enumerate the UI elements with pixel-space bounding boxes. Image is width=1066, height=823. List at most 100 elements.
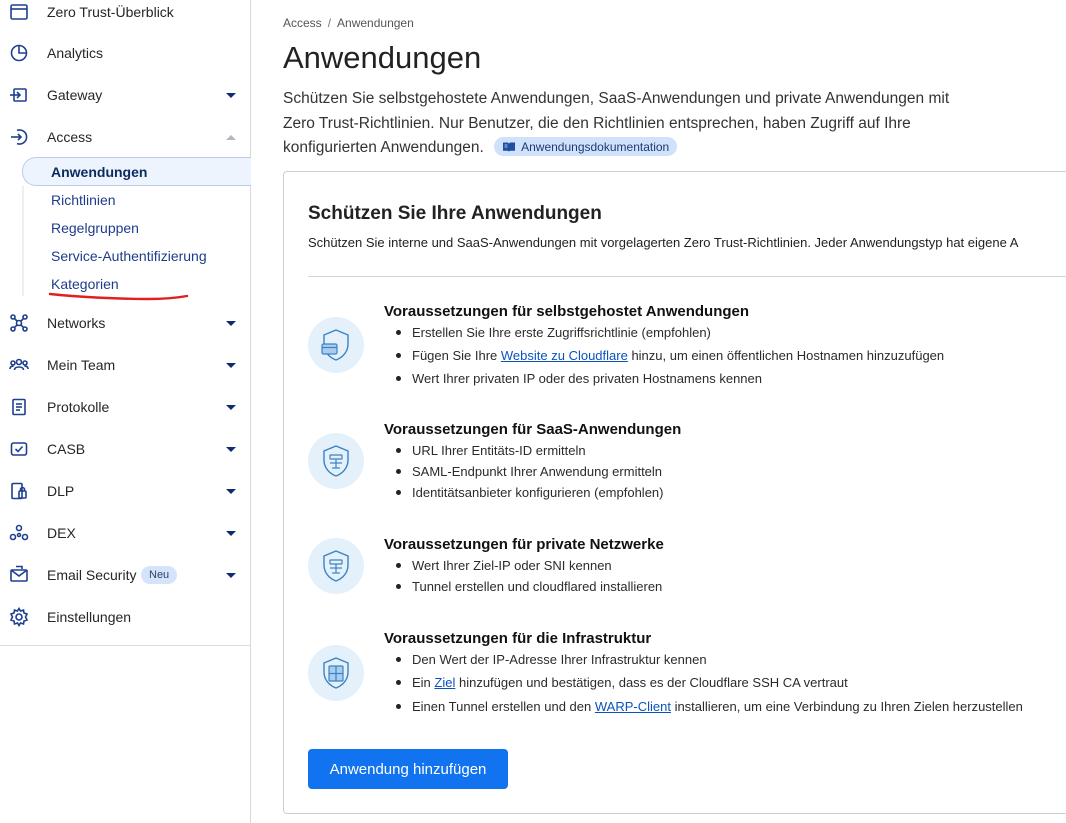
website-to-cloudflare-link[interactable]: Website zu Cloudflare	[501, 348, 628, 363]
list-item: Ein Ziel hinzufügen und bestätigen, dass…	[396, 674, 1023, 698]
sidebar-item-protokolle[interactable]: Protokolle	[0, 389, 250, 425]
sidebar-item-dlp[interactable]: DLP	[0, 473, 250, 509]
gateway-icon	[9, 85, 29, 105]
protect-applications-card: Schützen Sie Ihre Anwendungen Schützen S…	[283, 171, 1066, 814]
add-application-button[interactable]: Anwendung hinzufügen	[308, 749, 508, 789]
sidebar-item-zero-trust-overview[interactable]: Zero Trust-Überblick	[0, 0, 250, 30]
sidebar-item-label: Mein Team	[47, 357, 116, 373]
chevron-down-icon	[226, 488, 236, 494]
chevron-down-icon	[226, 92, 236, 98]
sidebar-item-mein-team[interactable]: Mein Team	[0, 347, 250, 383]
sidebar-item-analytics[interactable]: Analytics	[0, 35, 250, 71]
dex-icon	[9, 523, 29, 543]
card-divider	[308, 276, 1066, 277]
submenu-guide-line	[22, 186, 24, 296]
sidebar-item-label: Einstellungen	[47, 609, 132, 625]
section-title-self-hosted: Voraussetzungen für selbstgehostet Anwen…	[384, 303, 750, 320]
submenu-item-regelgruppen[interactable]: Regelgruppen	[51, 220, 139, 236]
chevron-down-icon	[226, 572, 236, 578]
email-icon	[9, 565, 29, 585]
sidebar-item-label: Access	[47, 129, 93, 145]
chevron-down-icon	[226, 320, 236, 326]
sidebar-item-label: Networks	[47, 315, 106, 331]
chevron-up-icon	[226, 134, 236, 140]
network-shield-icon	[308, 538, 364, 594]
dlp-icon	[9, 481, 29, 501]
list-item: Fügen Sie Ihre Website zu Cloudflare hin…	[396, 347, 944, 370]
list-item-text: Einen Tunnel erstellen und den	[412, 699, 595, 714]
page-description: Schützen Sie selbstgehostete Anwendungen…	[283, 87, 983, 161]
card-title: Schützen Sie Ihre Anwendungen	[308, 203, 602, 224]
sidebar-item-access[interactable]: Access	[0, 119, 250, 155]
breadcrumb-current: Anwendungen	[337, 16, 414, 30]
sidebar-divider	[0, 645, 250, 646]
list-item: Wert Ihrer Ziel-IP oder SNI kennen	[396, 557, 662, 578]
network-icon	[9, 313, 29, 333]
list-item: Identitätsanbieter konfigurieren (empfoh…	[396, 484, 663, 507]
sidebar-item-label: Email Security	[47, 567, 137, 583]
submenu-item-service-auth[interactable]: Service-Authentifizierung	[51, 248, 207, 264]
breadcrumb-separator: /	[327, 16, 332, 30]
self-hosted-requirements: Erstellen Sie Ihre erste Zugriffsrichtli…	[396, 324, 944, 393]
sidebar-item-gateway[interactable]: Gateway	[0, 77, 250, 113]
chevron-down-icon	[226, 530, 236, 536]
server-shield-icon	[308, 645, 364, 701]
breadcrumb: Access / Anwendungen	[283, 16, 414, 30]
ziel-link[interactable]: Ziel	[434, 675, 455, 690]
new-badge: Neu	[141, 566, 178, 584]
window-icon	[9, 2, 29, 22]
sidebar-item-email-security[interactable]: Email Security Neu	[0, 557, 250, 593]
list-item-text: installieren, um eine Verbindung zu Ihre…	[670, 699, 1023, 714]
chevron-down-icon	[226, 362, 236, 368]
sidebar-item-label: DEX	[47, 525, 76, 541]
sidebar-item-label: Analytics	[47, 45, 104, 61]
section-title-infrastructure: Voraussetzungen für die Infrastruktur	[384, 630, 652, 647]
sidebar: Zero Trust-Überblick Analytics Gateway A…	[0, 0, 251, 823]
list-item: Tunnel erstellen und cloudflared install…	[396, 578, 662, 601]
document-icon	[9, 397, 29, 417]
infrastructure-requirements: Den Wert der IP-Adresse Ihrer Infrastruk…	[396, 651, 1023, 721]
sidebar-item-label: Gateway	[47, 87, 103, 103]
warp-client-link[interactable]: WARP-Client	[595, 699, 671, 714]
list-item: Den Wert der IP-Adresse Ihrer Infrastruk…	[396, 651, 1023, 674]
section-title-private-networks: Voraussetzungen für private Netzwerke	[384, 536, 664, 553]
list-item-text: Fügen Sie Ihre	[412, 348, 501, 363]
list-item: Erstellen Sie Ihre erste Zugriffsrichtli…	[396, 324, 944, 347]
sidebar-item-label: DLP	[47, 483, 75, 499]
sidebar-item-networks[interactable]: Networks	[0, 305, 250, 341]
gear-icon	[9, 607, 29, 627]
team-icon	[9, 355, 29, 375]
red-underline-annotation	[48, 292, 189, 301]
page-title: Anwendungen	[283, 40, 482, 75]
submenu-item-richtlinien[interactable]: Richtlinien	[51, 192, 116, 208]
sidebar-item-label: Zero Trust-Überblick	[47, 4, 174, 20]
submenu-item-label: Anwendungen	[51, 164, 148, 180]
sidebar-item-einstellungen[interactable]: Einstellungen	[0, 599, 250, 635]
sidebar-item-casb[interactable]: CASB	[0, 431, 250, 467]
saas-requirements: URL Ihrer Entitäts-ID ermitteln SAML-End…	[396, 442, 663, 507]
sidebar-item-dex[interactable]: DEX	[0, 515, 250, 551]
list-item: Einen Tunnel erstellen und den WARP-Clie…	[396, 698, 1023, 721]
book-icon	[503, 142, 516, 152]
saas-shield-icon	[308, 433, 364, 489]
sidebar-item-label: CASB	[47, 441, 86, 457]
login-icon	[9, 127, 29, 147]
documentation-link-label: Anwendungsdokumentation	[521, 139, 670, 154]
section-title-saas: Voraussetzungen für SaaS-Anwendungen	[384, 421, 682, 438]
breadcrumb-access-link[interactable]: Access	[283, 16, 322, 30]
private-network-requirements: Wert Ihrer Ziel-IP oder SNI kennen Tunne…	[396, 557, 662, 601]
chevron-down-icon	[226, 446, 236, 452]
list-item: Wert Ihrer privaten IP oder des privaten…	[396, 370, 944, 393]
card-subtitle: Schützen Sie interne und SaaS-Anwendunge…	[308, 235, 1019, 250]
list-item: SAML-Endpunkt Ihrer Anwendung ermitteln	[396, 463, 663, 484]
sidebar-item-label: Protokolle	[47, 399, 110, 415]
documentation-link[interactable]: Anwendungsdokumentation	[494, 137, 678, 157]
list-item: URL Ihrer Entitäts-ID ermitteln	[396, 442, 663, 463]
list-item-text: hinzu, um einen öffentlichen Hostnamen h…	[627, 348, 945, 363]
casb-icon	[9, 439, 29, 459]
shield-card-icon	[308, 317, 364, 373]
pie-chart-icon	[9, 43, 29, 63]
chevron-down-icon	[226, 404, 236, 410]
list-item-text: Ein	[412, 675, 435, 690]
list-item-text: hinzufügen und bestätigen, dass es der C…	[455, 675, 848, 690]
